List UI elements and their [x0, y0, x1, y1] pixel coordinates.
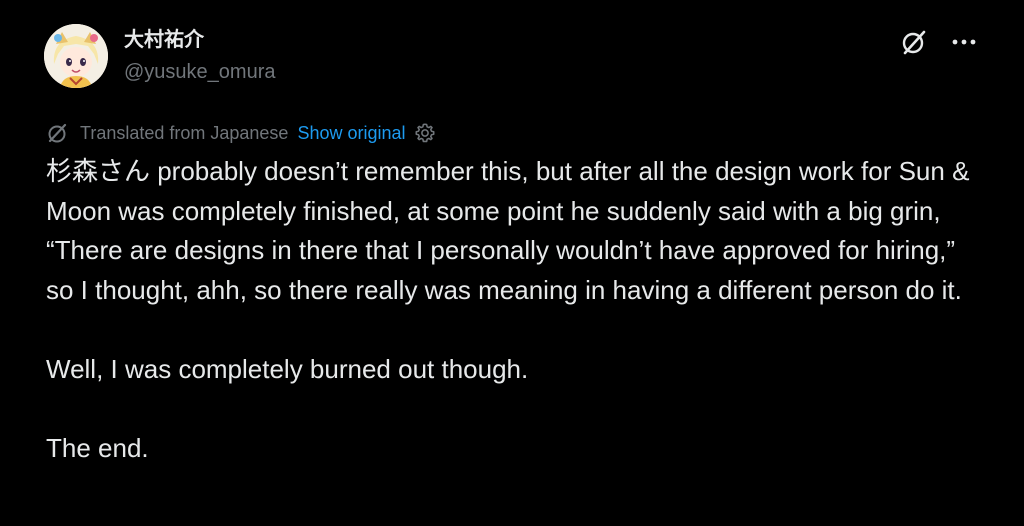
post-paragraph: Well, I was completely burned out though… — [46, 353, 529, 384]
post-paragraph: The end. — [46, 432, 149, 463]
more-options-icon — [952, 39, 976, 45]
author-display-name[interactable]: 大村祐介 — [124, 27, 275, 53]
avatar-image — [44, 24, 108, 88]
author-block: 大村祐介 @yusuke_omura — [124, 27, 275, 85]
grok-button[interactable] — [898, 26, 930, 58]
avatar[interactable] — [44, 24, 108, 88]
show-original-link[interactable]: Show original — [297, 121, 405, 145]
top-actions — [898, 26, 980, 58]
post-text: 杉森さん probably doesn’t remember this, but… — [46, 152, 986, 468]
translate-icon — [46, 122, 68, 144]
post-container: 大村祐介 @yusuke_omura Translated from Japan… — [0, 0, 1024, 526]
more-options-button[interactable] — [948, 26, 980, 58]
translated-from-label: Translated from Japanese — [80, 123, 289, 143]
translation-bar: Translated from Japanese Show original — [46, 121, 436, 145]
author-handle[interactable]: @yusuke_omura — [124, 59, 275, 85]
gear-icon[interactable] — [414, 122, 436, 144]
post-paragraph: 杉森さん probably doesn’t remember this, but… — [46, 156, 970, 305]
grok-icon — [902, 30, 926, 55]
